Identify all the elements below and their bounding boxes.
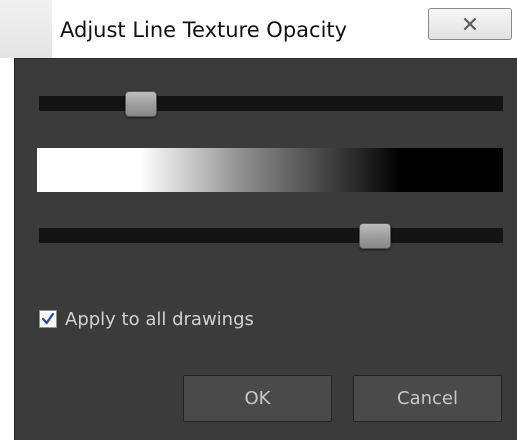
close-icon <box>463 17 477 31</box>
close-button[interactable] <box>428 8 512 40</box>
cancel-button[interactable]: Cancel <box>353 375 502 422</box>
opacity-slider-top-track[interactable] <box>39 96 503 111</box>
dialog-window: Adjust Line Texture Opacity Apply to all… <box>0 0 517 440</box>
opacity-slider-bottom-thumb[interactable] <box>358 223 391 249</box>
title-bar-accent <box>0 0 52 58</box>
opacity-gradient-preview <box>37 148 503 192</box>
opacity-slider-bottom-track[interactable] <box>39 228 503 243</box>
apply-to-all-label[interactable]: Apply to all drawings <box>65 309 254 330</box>
dialog-title: Adjust Line Texture Opacity <box>60 18 348 42</box>
checkmark-icon <box>41 312 55 325</box>
dialog-content: Apply to all drawings OK Cancel <box>14 58 517 440</box>
ok-button[interactable]: OK <box>183 375 332 422</box>
title-bar[interactable]: Adjust Line Texture Opacity <box>0 0 517 58</box>
apply-to-all-checkbox[interactable] <box>39 310 57 328</box>
opacity-slider-top-thumb[interactable] <box>125 91 158 117</box>
